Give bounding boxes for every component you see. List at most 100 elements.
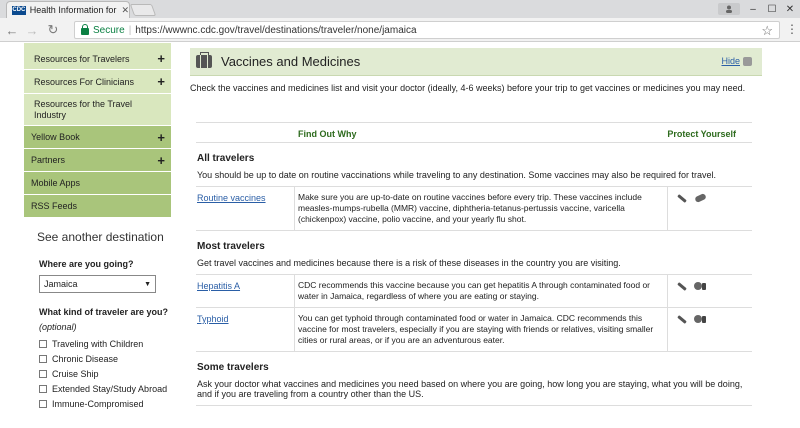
collapse-icon xyxy=(743,56,752,66)
group-description: Ask your doctor what vaccines and medici… xyxy=(196,373,752,406)
where-label: Where are you going? xyxy=(39,259,134,269)
browser-tab[interactable]: CDC Health Information for Tr ✕ xyxy=(6,1,130,18)
traveler-type-label: Immune-Compromised xyxy=(52,399,144,409)
traveler-type-label: Traveling with Children xyxy=(52,339,144,349)
syringe-icon[interactable] xyxy=(676,281,688,291)
checkbox[interactable] xyxy=(39,355,47,363)
sidebar-item[interactable]: RSS Feeds xyxy=(24,195,171,218)
page-content: Resources for Travelers + Resources For Cl… xyxy=(0,43,788,428)
traveler-type-option[interactable]: Extended Stay/Study Abroad xyxy=(24,384,171,394)
vaccine-link[interactable]: Routine vaccines xyxy=(197,193,266,203)
protect-icons xyxy=(667,275,752,307)
destination-select[interactable]: Jamaica ▼ xyxy=(39,275,156,293)
food-water-icon[interactable] xyxy=(693,281,707,291)
sidebar-item-label: Yellow Book xyxy=(31,132,80,142)
sidebar-item[interactable]: Resources For Clinicians + xyxy=(24,70,171,94)
expand-plus-icon[interactable]: + xyxy=(157,130,165,145)
vaccine-link[interactable]: Typhoid xyxy=(197,314,229,324)
url-input[interactable]: Secure | https://wwwnc.cdc.gov/travel/de… xyxy=(74,21,780,39)
table-row: Hepatitis A CDC recommends this vaccine b… xyxy=(196,275,752,308)
vaccine-link[interactable]: Hepatitis A xyxy=(197,281,240,291)
section-title: Vaccines and Medicines xyxy=(221,54,361,69)
find-out-why-header: Find Out Why xyxy=(298,129,357,139)
sidebar-item[interactable]: Resources for the Travel Industry xyxy=(24,94,171,126)
syringe-icon[interactable] xyxy=(676,193,688,203)
sidebar: Resources for Travelers + Resources For Cl… xyxy=(24,43,171,409)
group-description: Get travel vaccines and medicines becaus… xyxy=(196,252,752,275)
table-row: Typhoid You can get typhoid through conta… xyxy=(196,308,752,352)
close-tab-icon[interactable]: ✕ xyxy=(121,5,129,16)
syringe-icon[interactable] xyxy=(676,314,688,324)
vaccine-table: Find Out Why Protect Yourself All travel… xyxy=(196,122,752,406)
tab-bar: CDC Health Information for Tr ✕ – ☐ ✕ xyxy=(0,0,800,18)
sidebar-item-label: RSS Feeds xyxy=(31,201,78,211)
forward-icon[interactable]: → xyxy=(24,22,40,38)
table-header: Find Out Why Protect Yourself xyxy=(196,122,752,143)
main-content: Vaccines and Medicines Hide Check the va… xyxy=(190,43,762,93)
sidebar-item[interactable]: Partners + xyxy=(24,149,171,172)
traveler-type-option[interactable]: Immune-Compromised xyxy=(24,399,171,409)
vaccine-name-cell: Typhoid xyxy=(196,308,294,351)
hide-label: Hide xyxy=(721,56,740,66)
group-title: Most travelers xyxy=(197,241,265,252)
vaccine-description: You can get typhoid through contaminated… xyxy=(294,308,667,351)
reload-icon[interactable]: ↻ xyxy=(45,22,61,38)
table-row: Routine vaccines Make sure you are up-to-… xyxy=(196,187,752,231)
lock-icon xyxy=(81,23,89,35)
protect-yourself-header: Protect Yourself xyxy=(667,129,736,139)
user-profile-icon[interactable] xyxy=(718,3,740,15)
pill-icon[interactable] xyxy=(693,193,709,203)
expand-plus-icon[interactable]: + xyxy=(157,74,165,89)
sidebar-item-label: Resources For Clinicians xyxy=(34,76,135,87)
url-text: https://wwwnc.cdc.gov/travel/destination… xyxy=(135,24,417,36)
vaccine-description: Make sure you are up-to-date on routine … xyxy=(294,187,667,230)
group-description: You should be up to date on routine vacc… xyxy=(196,164,752,187)
new-tab-button[interactable] xyxy=(129,4,157,16)
address-bar: ← → ↻ Secure | https://wwwnc.cdc.gov/tra… xyxy=(0,18,800,42)
sidebar-item[interactable]: Mobile Apps xyxy=(24,172,171,195)
traveler-type-option[interactable]: Cruise Ship xyxy=(24,369,171,379)
vaccine-name-cell: Hepatitis A xyxy=(196,275,294,307)
checkbox[interactable] xyxy=(39,400,47,408)
briefcase-icon xyxy=(196,52,212,68)
checkbox[interactable] xyxy=(39,370,47,378)
checkbox[interactable] xyxy=(39,340,47,348)
cdc-favicon-icon: CDC xyxy=(12,5,26,15)
group-title: Some travelers xyxy=(197,362,269,373)
traveler-type-option[interactable]: Traveling with Children xyxy=(24,339,171,349)
traveler-type-label: Chronic Disease xyxy=(52,354,119,364)
sidebar-item-label: Partners xyxy=(31,155,66,165)
separator: | xyxy=(128,24,132,36)
traveler-label: What kind of traveler are you? xyxy=(39,307,169,317)
sidebar-item[interactable]: Resources for Travelers + xyxy=(24,48,171,70)
dropdown-arrow-icon: ▼ xyxy=(144,280,151,288)
hide-link[interactable]: Hide xyxy=(721,56,752,66)
destination-value: Jamaica xyxy=(44,279,78,289)
browser-menu-icon[interactable]: ⋮ xyxy=(786,22,798,36)
close-window-icon[interactable]: ✕ xyxy=(778,0,800,18)
food-water-icon[interactable] xyxy=(693,314,707,324)
section-intro: Check the vaccines and medicines list an… xyxy=(190,83,746,93)
checkbox[interactable] xyxy=(39,385,47,393)
protect-icons xyxy=(667,308,752,351)
expand-plus-icon[interactable]: + xyxy=(157,153,165,168)
optional-note: (optional) xyxy=(39,322,77,332)
vaccine-description: CDC recommends this vaccine because you … xyxy=(294,275,667,307)
traveler-type-label: Extended Stay/Study Abroad xyxy=(52,384,168,394)
sidebar-item-label: Mobile Apps xyxy=(31,178,81,188)
traveler-type-label: Cruise Ship xyxy=(52,369,99,379)
sidebar-item-label: Resources for Travelers xyxy=(34,53,130,64)
vaccines-section-header: Vaccines and Medicines Hide xyxy=(190,48,762,76)
sidebar-item-label: Resources for the Travel Industry xyxy=(34,98,133,120)
sidebar-item[interactable]: Yellow Book + xyxy=(24,126,171,149)
vaccine-name-cell: Routine vaccines xyxy=(196,187,294,230)
secure-label: Secure xyxy=(93,24,125,36)
another-destination-heading: See another destination xyxy=(37,230,164,244)
back-icon[interactable]: ← xyxy=(4,22,20,38)
group-title: All travelers xyxy=(197,153,255,164)
bookmark-star-icon[interactable]: ☆ xyxy=(761,23,773,39)
expand-plus-icon[interactable]: + xyxy=(157,51,165,66)
tab-title: Health Information for Tr xyxy=(29,5,119,15)
protect-icons xyxy=(667,187,752,230)
traveler-type-option[interactable]: Chronic Disease xyxy=(24,354,171,364)
